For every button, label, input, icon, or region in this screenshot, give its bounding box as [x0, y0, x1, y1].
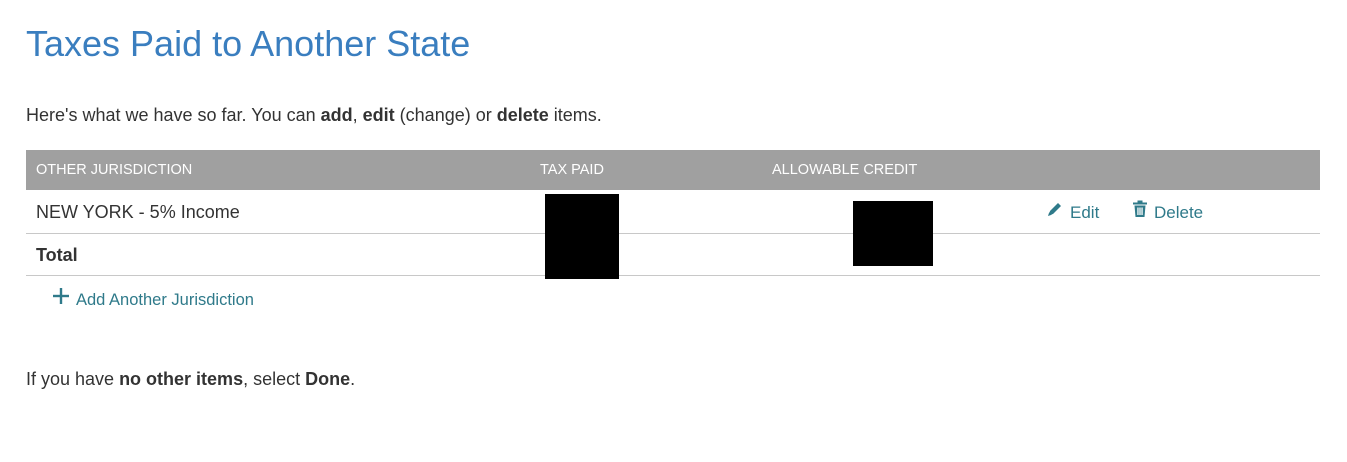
jurisdiction-cell: NEW YORK - 5% Income [36, 202, 240, 222]
column-header-allowable-credit: ALLOWABLE CREDIT [772, 162, 918, 178]
redacted-tax-paid [545, 194, 619, 279]
page-title: Taxes Paid to Another State [26, 23, 471, 64]
intro-edit: edit [362, 105, 395, 125]
intro-text: Here's what we have so far. You can add,… [26, 103, 602, 127]
intro-part: , [352, 105, 363, 125]
edit-label: Edit [1070, 203, 1100, 222]
add-jurisdiction-link[interactable]: Add Another Jurisdiction [52, 287, 254, 312]
edit-button[interactable]: Edit [1046, 190, 1099, 235]
redacted-allowable-credit [853, 201, 933, 266]
intro-part: Here's what we have so far. You can [26, 105, 321, 125]
intro-add: add [320, 105, 353, 125]
page: Taxes Paid to Another State Here's what … [0, 0, 1347, 462]
pencil-icon [1046, 190, 1070, 235]
jurisdiction-table: OTHER JURISDICTION TAX PAID ALLOWABLE CR… [26, 150, 1320, 276]
table-row: NEW YORK - 5% Income Edit Delete [26, 190, 1320, 234]
outro-text: If you have no other items, select Done. [26, 367, 355, 391]
plus-icon [52, 287, 70, 312]
intro-part: items. [548, 105, 602, 125]
outro-part: . [350, 369, 356, 389]
total-label: Total [36, 245, 78, 265]
add-jurisdiction-label: Add Another Jurisdiction [76, 290, 254, 309]
column-header-jurisdiction: OTHER JURISDICTION [36, 162, 193, 178]
intro-part: (change) or [394, 105, 497, 125]
total-row: Total [26, 234, 1320, 276]
outro-part: , select [243, 369, 306, 389]
delete-label: Delete [1154, 203, 1204, 222]
delete-button[interactable]: Delete [1132, 190, 1203, 235]
table-header: OTHER JURISDICTION TAX PAID ALLOWABLE CR… [26, 150, 1320, 190]
column-header-tax-paid: TAX PAID [540, 162, 604, 178]
intro-delete: delete [496, 105, 549, 125]
outro-done: Done [305, 369, 351, 389]
trash-icon [1132, 190, 1154, 235]
outro-part: If you have [26, 369, 120, 389]
outro-no-other-items: no other items [119, 369, 244, 389]
